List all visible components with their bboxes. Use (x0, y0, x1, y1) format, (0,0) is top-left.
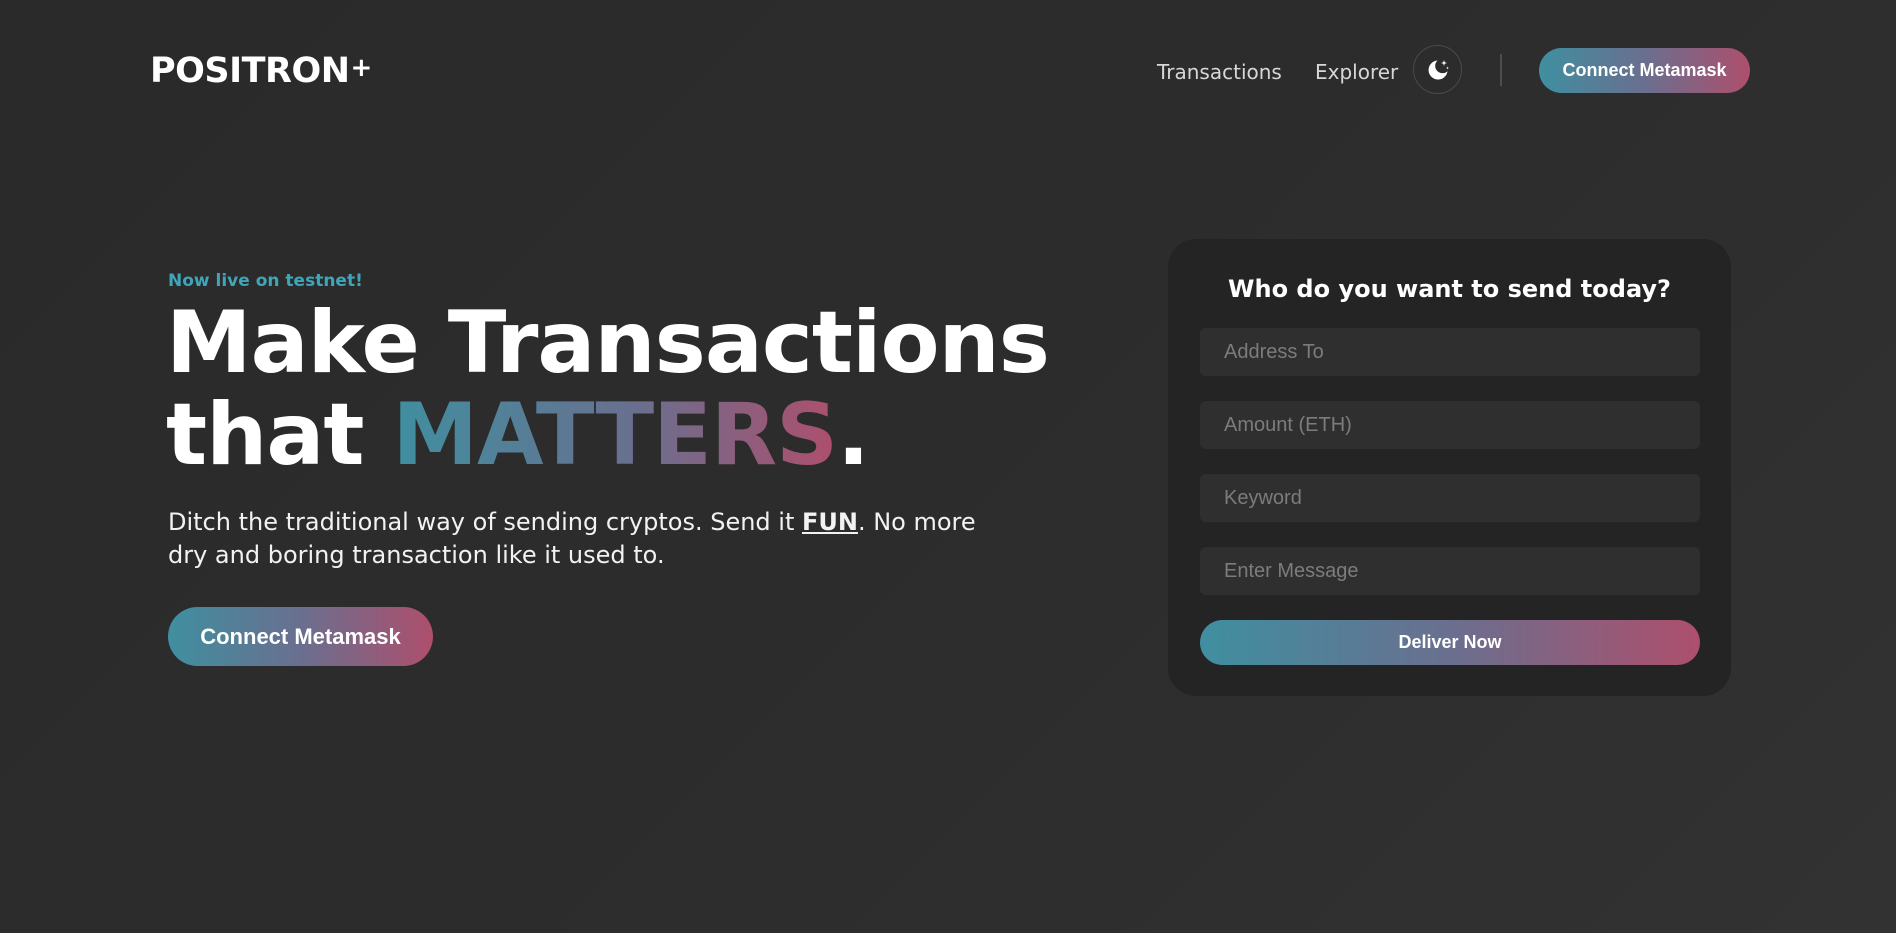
hero-headline: Make Transactions that MATTERS. (166, 297, 1050, 481)
headline-line-1: Make Transactions (166, 293, 1050, 393)
address-to-input[interactable] (1200, 328, 1700, 376)
hero-connect-metamask-button[interactable]: Connect Metamask (168, 607, 433, 666)
nav-connect-metamask-button[interactable]: Connect Metamask (1539, 48, 1750, 93)
send-form-card: Who do you want to send today? Deliver N… (1168, 239, 1731, 696)
headline-accent: MATTERS (392, 385, 838, 485)
message-input[interactable] (1200, 547, 1700, 595)
amount-eth-input[interactable] (1200, 401, 1700, 449)
brand-logo[interactable]: POSITRON+ (150, 50, 372, 95)
nav-link-explorer[interactable]: Explorer (1315, 60, 1398, 84)
subtitle-emphasis: FUN (802, 508, 858, 536)
page: POSITRON+ Transactions Explorer Connect … (0, 0, 1896, 933)
deliver-now-button[interactable]: Deliver Now (1200, 620, 1700, 665)
brand-plus-mark: + (350, 53, 373, 83)
moon-stars-icon (1428, 59, 1449, 79)
hero-tagline: Now live on testnet! (168, 271, 363, 291)
brand-name: POSITRON (150, 51, 350, 91)
nav-link-transactions[interactable]: Transactions (1157, 60, 1282, 84)
send-form-title: Who do you want to send today? (1228, 275, 1671, 303)
keyword-input[interactable] (1200, 474, 1700, 522)
theme-toggle-button[interactable] (1413, 45, 1462, 94)
headline-line-2-prefix: that (166, 385, 393, 485)
headline-suffix: . (837, 385, 870, 485)
nav-divider (1500, 54, 1502, 86)
subtitle-text-before: Ditch the traditional way of sending cry… (168, 508, 802, 536)
hero-subtitle: Ditch the traditional way of sending cry… (168, 506, 1018, 572)
